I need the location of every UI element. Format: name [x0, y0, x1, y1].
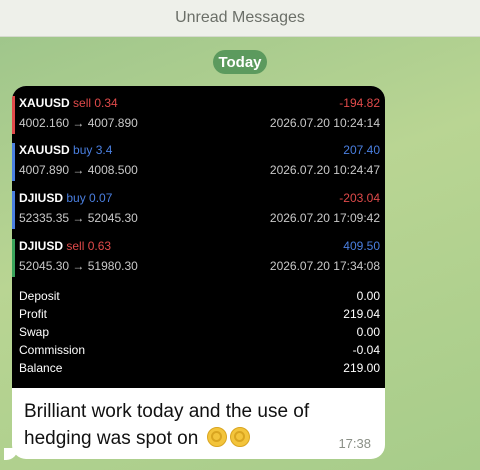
trade-prices: 52335.35 → 52045.30 — [19, 211, 138, 225]
arrow-right-icon: → — [72, 211, 85, 225]
trade-prices: 52045.30 → 51980.30 — [19, 259, 138, 273]
trade-row: XAUUSD buy 3.4 4007.890 → 4008.500 207.4… — [12, 141, 385, 183]
trade-profit: -194.82 — [339, 96, 380, 110]
trade-close-price: 51980.30 — [87, 259, 138, 273]
trade-open-price: 4002.160 — [19, 116, 70, 130]
ok-hand-icon — [229, 427, 250, 447]
trade-side-bar — [12, 96, 15, 134]
trade-time: 2026.07.20 17:34:08 — [269, 259, 380, 273]
message-timestamp: 17:38 — [338, 436, 371, 451]
trade-row: XAUUSD sell 0.34 4002.160 → 4007.890 -19… — [12, 94, 385, 136]
summary-label: Commission — [19, 343, 86, 357]
trade-row: DJIUSD buy 0.07 52335.35 → 52045.30 -203… — [12, 189, 385, 231]
trade-history-image[interactable]: XAUUSD sell 0.34 4002.160 → 4007.890 -19… — [12, 86, 385, 388]
arrow-right-icon: → — [72, 116, 85, 130]
trade-side-bar — [12, 239, 15, 277]
summary-row: Commission -0.04 — [12, 342, 385, 360]
trade-symbol: DJIUSD buy 0.07 — [19, 191, 112, 205]
summary-label: Balance — [19, 361, 63, 375]
arrow-right-icon: → — [72, 163, 85, 177]
trade-side-bar — [12, 191, 15, 229]
account-summary: Deposit 0.00 Profit 219.04 Swap 0.00 Com… — [12, 288, 385, 378]
trade-profit: 409.50 — [343, 239, 380, 253]
trade-time: 2026.07.20 10:24:47 — [269, 163, 380, 177]
trade-side: sell 0.34 — [73, 96, 118, 110]
trade-time: 2026.07.20 10:24:14 — [269, 116, 380, 130]
trade-prices: 4002.160 → 4007.890 — [19, 116, 138, 130]
trade-symbol-name: DJIUSD — [19, 239, 64, 253]
ok-hand-icon — [206, 427, 227, 447]
trade-open-price: 4007.890 — [19, 163, 70, 177]
trade-symbol-name: DJIUSD — [19, 191, 64, 205]
summary-value: -0.04 — [352, 343, 380, 357]
date-pill: Today — [213, 50, 267, 74]
summary-row: Deposit 0.00 — [12, 288, 385, 306]
summary-label: Swap — [19, 325, 50, 339]
trade-symbol-name: XAUUSD — [19, 143, 70, 157]
summary-value: 0.00 — [356, 325, 380, 339]
trade-prices: 4007.890 → 4008.500 — [19, 163, 138, 177]
summary-value: 219.00 — [343, 361, 380, 375]
message-text: Brilliant work today and the use of hedg… — [24, 401, 310, 449]
unread-messages-banner: Unread Messages — [0, 0, 480, 37]
summary-row: Balance 219.00 — [12, 360, 385, 378]
unread-messages-label: Unread Messages — [175, 9, 305, 26]
summary-label: Profit — [19, 307, 48, 321]
arrow-right-icon: → — [72, 259, 85, 273]
trade-side: buy 0.07 — [66, 191, 113, 205]
summary-label: Deposit — [19, 289, 60, 303]
trade-symbol: DJIUSD sell 0.63 — [19, 239, 111, 253]
message-text-block: Brilliant work today and the use of hedg… — [24, 398, 354, 452]
trade-side-bar — [12, 143, 15, 181]
summary-row: Swap 0.00 — [12, 324, 385, 342]
date-pill-label: Today — [218, 53, 262, 71]
trade-profit: -203.04 — [339, 191, 380, 205]
trade-profit: 207.40 — [343, 143, 380, 157]
summary-value: 0.00 — [356, 289, 380, 303]
trade-symbol: XAUUSD sell 0.34 — [19, 96, 118, 110]
trade-symbol: XAUUSD buy 3.4 — [19, 143, 112, 157]
message-bubble[interactable]: XAUUSD sell 0.34 4002.160 → 4007.890 -19… — [12, 86, 385, 459]
trade-row: DJIUSD sell 0.63 52045.30 → 51980.30 409… — [12, 237, 385, 279]
trade-time: 2026.07.20 17:09:42 — [269, 211, 380, 225]
summary-row: Profit 219.04 — [12, 306, 385, 324]
trade-close-price: 4008.500 — [87, 163, 138, 177]
trade-close-price: 52045.30 — [87, 211, 138, 225]
trade-side: buy 3.4 — [73, 143, 113, 157]
trade-open-price: 52045.30 — [19, 259, 70, 273]
trade-close-price: 4007.890 — [87, 116, 138, 130]
trade-side: sell 0.63 — [66, 239, 112, 253]
trade-open-price: 52335.35 — [19, 211, 70, 225]
trade-symbol-name: XAUUSD — [19, 96, 70, 110]
summary-value: 219.04 — [343, 307, 380, 321]
